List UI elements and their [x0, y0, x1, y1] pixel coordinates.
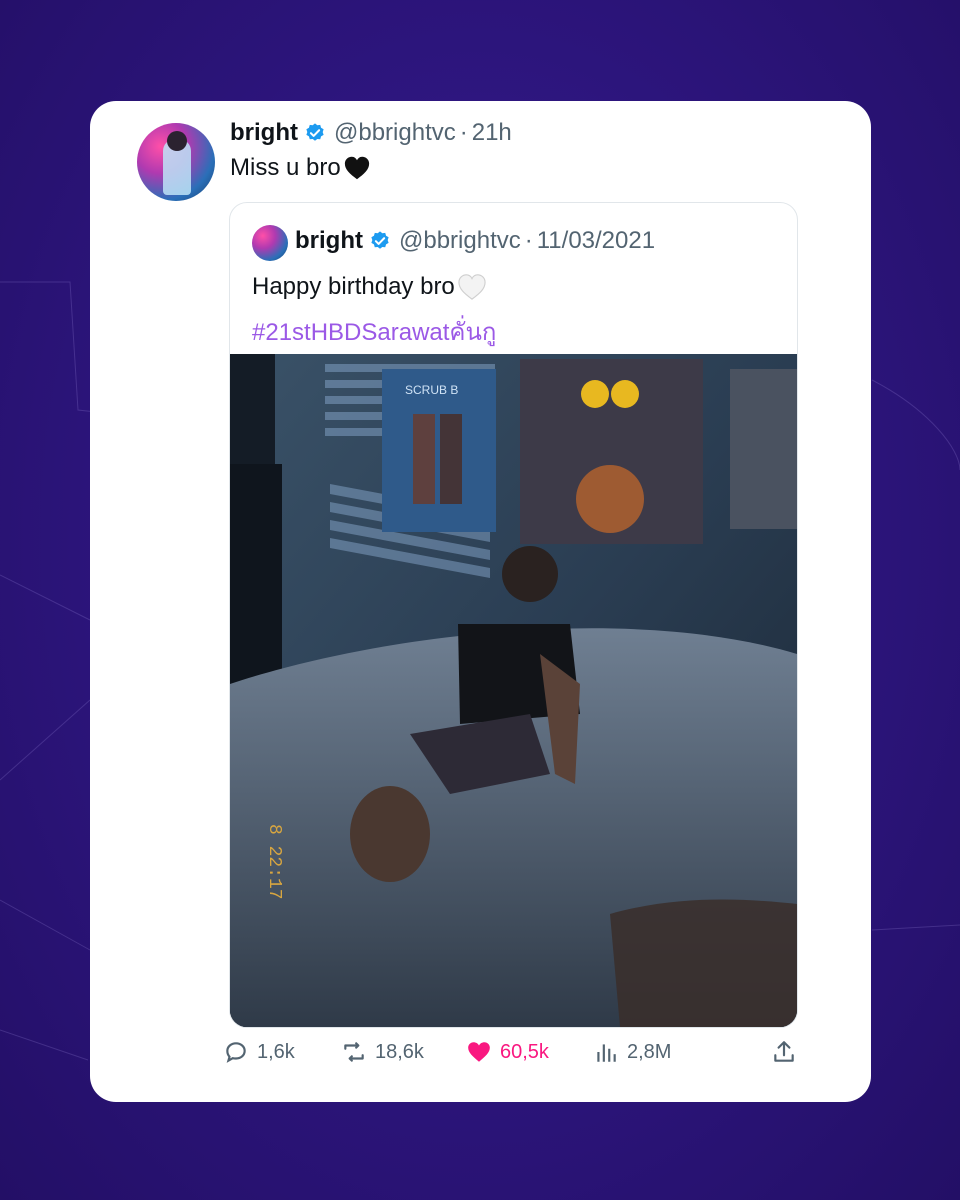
quoted-tweet-text: Happy birthday bro [252, 273, 487, 301]
verified-badge-icon [306, 123, 324, 141]
white-heart-emoji [458, 274, 486, 300]
separator-dot: · [459, 119, 468, 146]
share-button[interactable] [771, 1039, 805, 1065]
tweet-header: bright @bbrightvc · 21h [230, 119, 512, 147]
poster-label: SCRUB B [405, 383, 458, 397]
quoted-author-name[interactable]: bright [295, 227, 363, 255]
quoted-tweet[interactable]: bright @bbrightvc · 11/03/2021 Happy bir… [229, 202, 798, 1028]
quoted-tweet-body: Happy birthday bro [252, 273, 455, 300]
reply-count: 1,6k [257, 1040, 295, 1063]
verified-badge-icon [371, 231, 389, 249]
views-chart-icon [597, 1044, 616, 1062]
reply-button[interactable]: 1,6k [223, 1039, 295, 1065]
author-name[interactable]: bright [230, 119, 298, 147]
views-button[interactable]: 2,8M [593, 1039, 671, 1065]
black-heart-emoji [344, 156, 369, 180]
tweet-time[interactable]: 21h [472, 119, 512, 147]
photo-timestamp: 8 22:17 [264, 824, 284, 900]
quoted-author-avatar[interactable] [252, 225, 288, 261]
tweet-text: Miss u bro [230, 154, 371, 182]
retweet-icon [344, 1042, 364, 1062]
tweet-body: Miss u bro [230, 154, 341, 181]
tweet-photo[interactable]: SCRUB B 8 22:17 [230, 354, 797, 1027]
author-handle[interactable]: @bbrightvc [334, 119, 456, 147]
retweet-count: 18,6k [375, 1040, 424, 1063]
quoted-tweet-date[interactable]: 11/03/2021 [537, 227, 655, 255]
hashtag-link[interactable]: #21stHBDSarawatคั่นกู [252, 312, 496, 351]
retweet-button[interactable]: 18,6k [341, 1039, 424, 1065]
heart-icon [468, 1042, 490, 1062]
share-icon [774, 1041, 794, 1062]
views-count: 2,8M [627, 1040, 672, 1063]
quoted-tweet-header: bright @bbrightvc · 11/03/2021 [295, 227, 655, 255]
tweet-card[interactable]: bright @bbrightvc · 21h Miss u bro brigh… [90, 101, 871, 1102]
reply-icon [226, 1042, 246, 1063]
like-button[interactable]: 60,5k [466, 1039, 549, 1065]
quoted-author-handle[interactable]: @bbrightvc [399, 227, 521, 255]
author-avatar[interactable] [137, 123, 215, 201]
tweet-actions: 1,6k 18,6k 60,5k 2,8M [223, 1039, 798, 1073]
photo-scene: SCRUB B 8 22:17 [230, 354, 797, 1027]
like-count: 60,5k [500, 1040, 549, 1063]
separator-dot: · [524, 227, 533, 254]
